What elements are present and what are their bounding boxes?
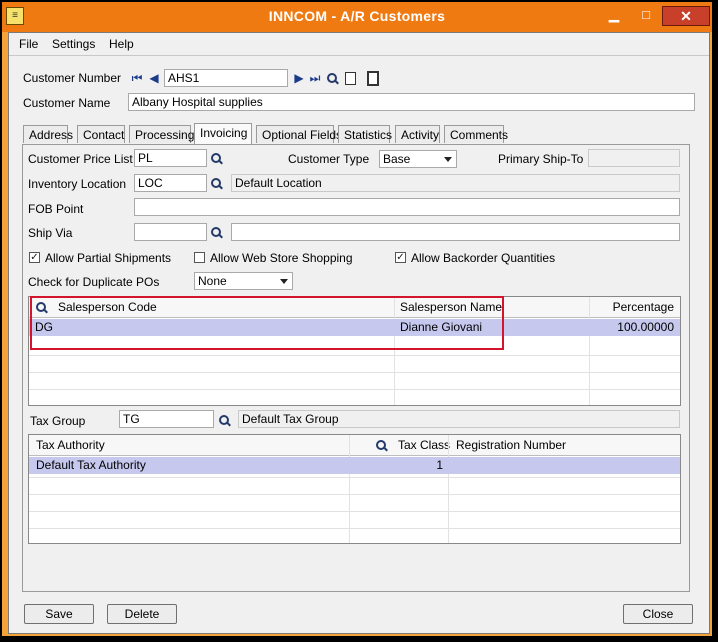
save-button[interactable]: Save	[24, 604, 94, 624]
tax-group-label: Tax Group	[30, 414, 86, 428]
delete-button[interactable]: Delete	[107, 604, 177, 624]
price-list-label: Customer Price List	[28, 152, 133, 166]
ship-via-input[interactable]	[134, 223, 207, 241]
customer-number-label: Customer Number	[23, 71, 122, 85]
tax-group-description: Default Tax Group	[238, 410, 680, 428]
column-header-registration-number[interactable]: Registration Number	[451, 435, 571, 455]
fob-point-label: FOB Point	[28, 202, 84, 216]
customer-name-input[interactable]: Albany Hospital supplies	[128, 93, 695, 111]
inventory-location-description: Default Location	[231, 174, 680, 192]
chevron-down-icon	[444, 157, 452, 162]
tax-authority-grid[interactable]: Tax Authority Tax Class Registration Num…	[28, 434, 681, 544]
menu-bar: File Settings Help	[9, 33, 709, 56]
tax-authority-cell[interactable]: Default Tax Authority	[31, 455, 151, 475]
price-list-input[interactable]: PL	[134, 149, 207, 167]
close-button[interactable]: Close	[623, 604, 693, 624]
tab-statistics[interactable]: Statistics	[338, 125, 392, 143]
tax-grid-header	[29, 435, 680, 456]
inventory-location-input[interactable]: LOC	[134, 174, 207, 192]
customer-type-label: Customer Type	[288, 152, 370, 166]
chevron-down-icon	[280, 279, 288, 284]
highlight-box	[30, 296, 504, 350]
allow-partial-label: Allow Partial Shipments	[45, 251, 172, 265]
tab-activity[interactable]: Activity	[395, 125, 440, 143]
ship-via-description	[231, 223, 680, 241]
allow-web-label: Allow Web Store Shopping	[210, 251, 353, 265]
ship-via-finder-icon[interactable]	[211, 227, 222, 238]
tab-processing[interactable]: Processing	[129, 125, 194, 143]
row-divider	[29, 511, 680, 512]
duplicate-po-select[interactable]: None	[194, 272, 293, 290]
tab-comments[interactable]: Comments	[444, 125, 508, 143]
maximize-button[interactable]: □	[634, 6, 658, 24]
zoom-icon[interactable]	[367, 71, 379, 86]
row-divider	[29, 494, 680, 495]
client-area: File Settings Help Customer Number ⏮ ◀ A…	[8, 32, 710, 634]
price-list-finder-icon[interactable]	[211, 153, 222, 164]
menu-settings[interactable]: Settings	[52, 37, 95, 51]
customer-type-select[interactable]: Base	[379, 150, 457, 168]
last-record-icon[interactable]: ⏭	[308, 71, 322, 85]
allow-backorder-checkbox[interactable]: ✓	[395, 252, 406, 263]
row-divider	[29, 477, 680, 478]
primary-shipto-label: Primary Ship-To	[498, 152, 584, 166]
customer-name-label: Customer Name	[23, 96, 111, 110]
allow-backorder-label: Allow Backorder Quantities	[411, 251, 556, 265]
menu-help[interactable]: Help	[109, 37, 134, 51]
next-record-icon[interactable]: ▶	[292, 71, 306, 85]
column-header-tax-authority[interactable]: Tax Authority	[31, 435, 110, 455]
row-divider	[29, 389, 680, 390]
tab-address[interactable]: Address	[23, 125, 73, 143]
tax-group-input[interactable]: TG	[119, 410, 214, 428]
tax-class-finder-icon[interactable]	[376, 440, 387, 451]
customer-number-input[interactable]: AHS1	[164, 69, 288, 87]
close-window-button[interactable]: ✕	[662, 6, 710, 26]
row-divider	[29, 372, 680, 373]
first-record-icon[interactable]: ⏮	[130, 71, 144, 85]
ship-via-label: Ship Via	[28, 226, 73, 240]
percentage-cell[interactable]: 100.00000	[587, 317, 679, 337]
registration-number-cell[interactable]	[451, 455, 461, 475]
title-bar[interactable]: ≡ INNCOM - A/R Customers ▁ □ ✕	[2, 2, 712, 32]
row-divider	[29, 355, 680, 356]
inventory-location-label: Inventory Location	[28, 177, 127, 191]
app-window: ≡ INNCOM - A/R Customers ▁ □ ✕ File Sett…	[0, 0, 714, 638]
tab-contact[interactable]: Contact	[77, 125, 125, 143]
allow-partial-checkbox[interactable]: ✓	[29, 252, 40, 263]
new-record-icon[interactable]	[345, 72, 356, 85]
previous-record-icon[interactable]: ◀	[147, 71, 161, 85]
duplicate-po-value: None	[198, 274, 227, 288]
tax-class-cell[interactable]: 1	[351, 455, 448, 475]
tab-invoicing[interactable]: Invoicing	[194, 123, 252, 144]
minimize-button[interactable]: ▁	[602, 6, 626, 24]
finder-icon[interactable]	[327, 73, 338, 84]
menu-file[interactable]: File	[19, 37, 38, 51]
tax-group-finder-icon[interactable]	[219, 415, 230, 426]
primary-shipto-input	[588, 149, 680, 167]
column-header-tax-class[interactable]: Tax Class	[393, 435, 455, 455]
fob-point-input[interactable]	[134, 198, 680, 216]
customer-type-value: Base	[383, 152, 411, 166]
inventory-location-finder-icon[interactable]	[211, 178, 222, 189]
row-divider	[29, 528, 680, 529]
tab-optional-fields[interactable]: Optional Fields	[256, 125, 342, 143]
column-header-percentage[interactable]: Percentage	[587, 297, 679, 317]
allow-web-checkbox[interactable]	[194, 252, 205, 263]
duplicate-po-label: Check for Duplicate POs	[28, 275, 160, 289]
